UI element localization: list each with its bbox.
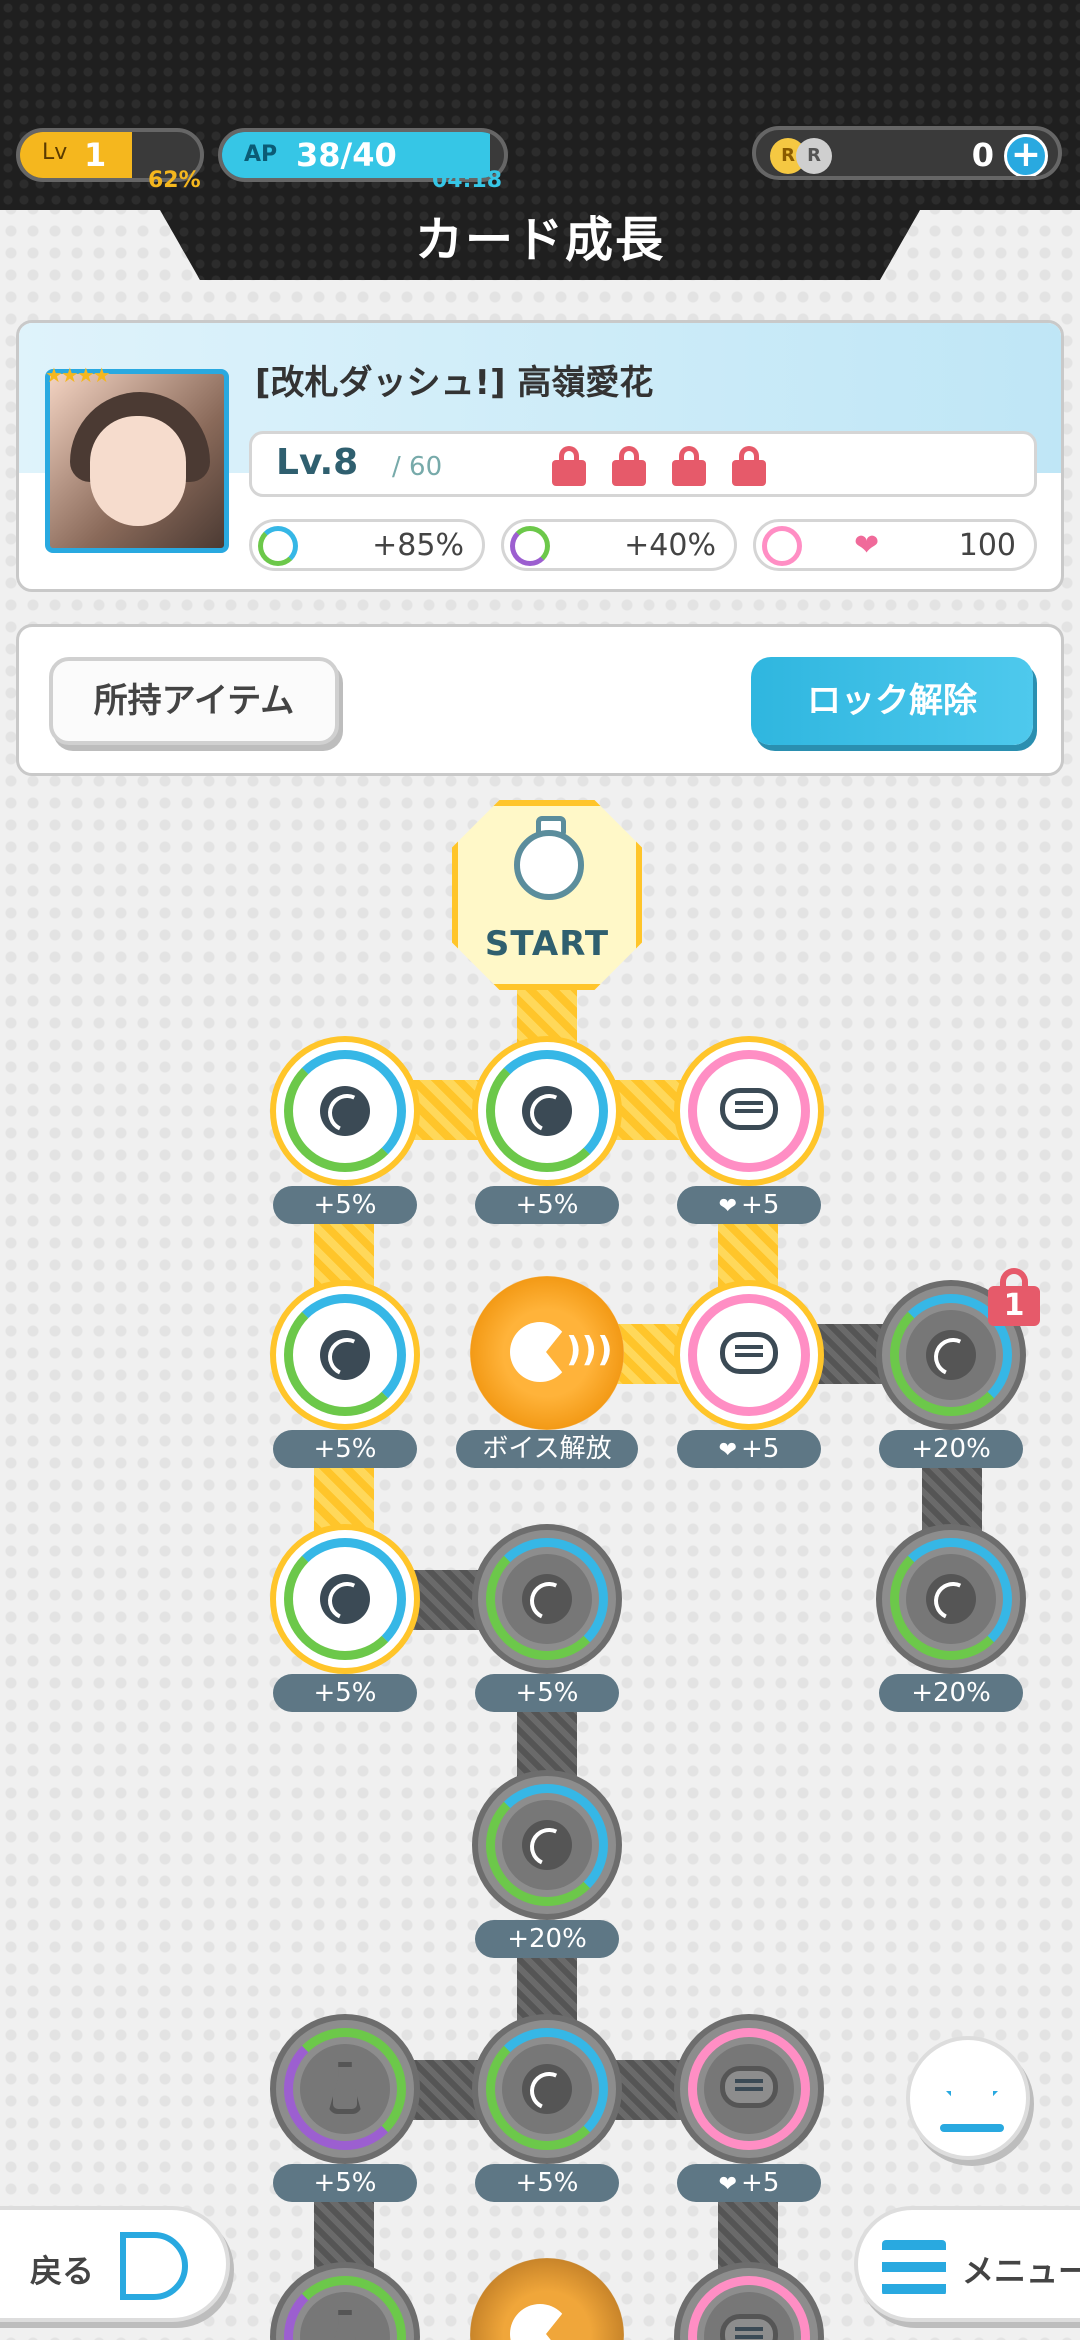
stat-lab-value: +40% — [624, 528, 716, 563]
flask-icon — [510, 526, 550, 566]
node-label: +5% — [273, 1674, 417, 1712]
lock-icon — [732, 446, 766, 486]
voice-icon — [510, 2304, 570, 2340]
tennis-ball-icon — [320, 1574, 370, 1624]
tennis-ball-icon — [258, 526, 298, 566]
tennis-ball-icon — [522, 1086, 572, 1136]
rarity-stars: ★★★★ — [45, 363, 111, 387]
stat-chat-value: 100 — [958, 528, 1016, 563]
tennis-ball-icon — [522, 1820, 572, 1870]
menu-button[interactable]: メニュー — [854, 2206, 1080, 2322]
download-arrow-icon — [946, 2064, 998, 2118]
silver-coin-icon: R — [796, 138, 832, 174]
menu-list-icon — [882, 2240, 946, 2296]
node-label: +20% — [879, 1430, 1023, 1468]
node-label: +5% — [273, 1430, 417, 1468]
node-label: +5% — [475, 1186, 619, 1224]
level-progress-text: 62% — [148, 168, 201, 193]
node-label-heart: ❤ +5 — [677, 2164, 821, 2202]
stat-tennis-value: +85% — [372, 528, 464, 563]
add-currency-button[interactable]: + — [1004, 134, 1048, 176]
node-label: +5% — [273, 2164, 417, 2202]
stat-tennis: +85% — [249, 519, 485, 571]
action-panel: 所持アイテム ロック解除 — [16, 624, 1064, 776]
ap-timer: 04:18 — [432, 168, 503, 193]
growth-node-tennis-locked[interactable] — [472, 1770, 622, 1920]
level-progress-fill — [20, 132, 132, 178]
start-node[interactable]: START — [452, 800, 642, 990]
tennis-ball-icon — [926, 1574, 976, 1624]
tennis-ball-icon — [320, 1330, 370, 1380]
lock-icon — [672, 446, 706, 486]
tennis-ball-icon — [926, 1330, 976, 1380]
growth-node-tennis-locked[interactable] — [472, 1524, 622, 1674]
card-level: Lv.8 — [276, 442, 359, 483]
node-label: +20% — [475, 1920, 619, 1958]
card-level-max: / 60 — [392, 452, 443, 482]
lock-icon — [612, 446, 646, 486]
download-base-icon — [940, 2124, 1004, 2132]
currency-bar: R R 0 + — [752, 126, 1062, 180]
tennis-ball-icon — [522, 2064, 572, 2114]
heart-icon: ❤ — [718, 1194, 738, 1219]
node-label: +5% — [475, 1674, 619, 1712]
chat-bubble-icon — [762, 526, 802, 566]
chat-bubble-icon — [720, 2314, 778, 2340]
flask-icon — [328, 2310, 362, 2340]
download-button[interactable] — [906, 2036, 1030, 2160]
growth-node-chat[interactable] — [674, 1280, 824, 1430]
card-thumbnail[interactable] — [45, 369, 229, 553]
growth-node-tennis[interactable] — [270, 1524, 420, 1674]
growth-node-tennis-locked[interactable] — [876, 1524, 1026, 1674]
unlock-button[interactable]: ロック解除 — [751, 657, 1033, 745]
stat-chat: ❤ 100 — [753, 519, 1037, 571]
tennis-ball-icon — [320, 1086, 370, 1136]
growth-node-tennis-locked[interactable] — [472, 2014, 622, 2164]
card-info-panel: ★★★★ [改札ダッシュ!] 高嶺愛花 Lv.8 / 60 +85% +40% … — [16, 320, 1064, 592]
sound-waves-icon: ))) — [566, 1330, 613, 1370]
flask-icon — [328, 2062, 362, 2114]
growth-node-tennis[interactable] — [472, 1036, 622, 1186]
growth-node-chat-locked[interactable] — [674, 2014, 824, 2164]
node-label: +20% — [879, 1674, 1023, 1712]
start-label: START — [484, 924, 610, 964]
chat-bubble-icon — [720, 1332, 778, 1374]
node-label: +5% — [475, 2164, 619, 2202]
lock-icon — [552, 446, 586, 486]
growth-node-lab-locked[interactable] — [270, 2014, 420, 2164]
currency-value: 0 — [971, 136, 994, 174]
ap-label: AP — [244, 142, 278, 167]
heart-icon: ❤ — [718, 1438, 738, 1463]
chat-bubble-icon — [720, 2066, 778, 2108]
growth-node-tennis[interactable] — [270, 1036, 420, 1186]
page-title: カード成長 — [414, 212, 665, 268]
voice-icon — [510, 1322, 570, 1382]
back-arrow-icon — [120, 2232, 188, 2300]
node-label: ボイス解放 — [456, 1430, 638, 1468]
card-level-box: Lv.8 / 60 — [249, 431, 1037, 497]
tennis-ball-icon — [522, 1574, 572, 1624]
character-face-icon — [514, 830, 584, 900]
node-label-heart: ❤ +5 — [677, 1430, 821, 1468]
back-label: 戻る — [30, 2252, 95, 2290]
node-label-heart: ❤ +5 — [677, 1186, 821, 1224]
chat-bubble-icon — [720, 1088, 778, 1130]
stat-lab: +40% — [501, 519, 737, 571]
back-button[interactable]: 戻る — [0, 2206, 230, 2322]
level-label: Lv — [42, 140, 68, 165]
menu-label: メニュー — [962, 2252, 1080, 2290]
growth-node-tennis[interactable] — [270, 1280, 420, 1430]
voice-unlock-node[interactable]: ))) — [470, 1276, 624, 1430]
owned-items-button[interactable]: 所持アイテム — [49, 657, 339, 745]
heart-icon: ❤ — [854, 528, 880, 563]
growth-node-chat[interactable] — [674, 1036, 824, 1186]
card-portrait-face — [90, 416, 186, 526]
level-value: 1 — [84, 136, 107, 174]
node-label: +5% — [273, 1186, 417, 1224]
lock-icon: 1 — [988, 1268, 1040, 1328]
card-name: [改札ダッシュ!] 高嶺愛花 — [255, 363, 654, 403]
ap-value: 38/40 — [296, 136, 397, 174]
heart-icon: ❤ — [718, 2172, 738, 2197]
